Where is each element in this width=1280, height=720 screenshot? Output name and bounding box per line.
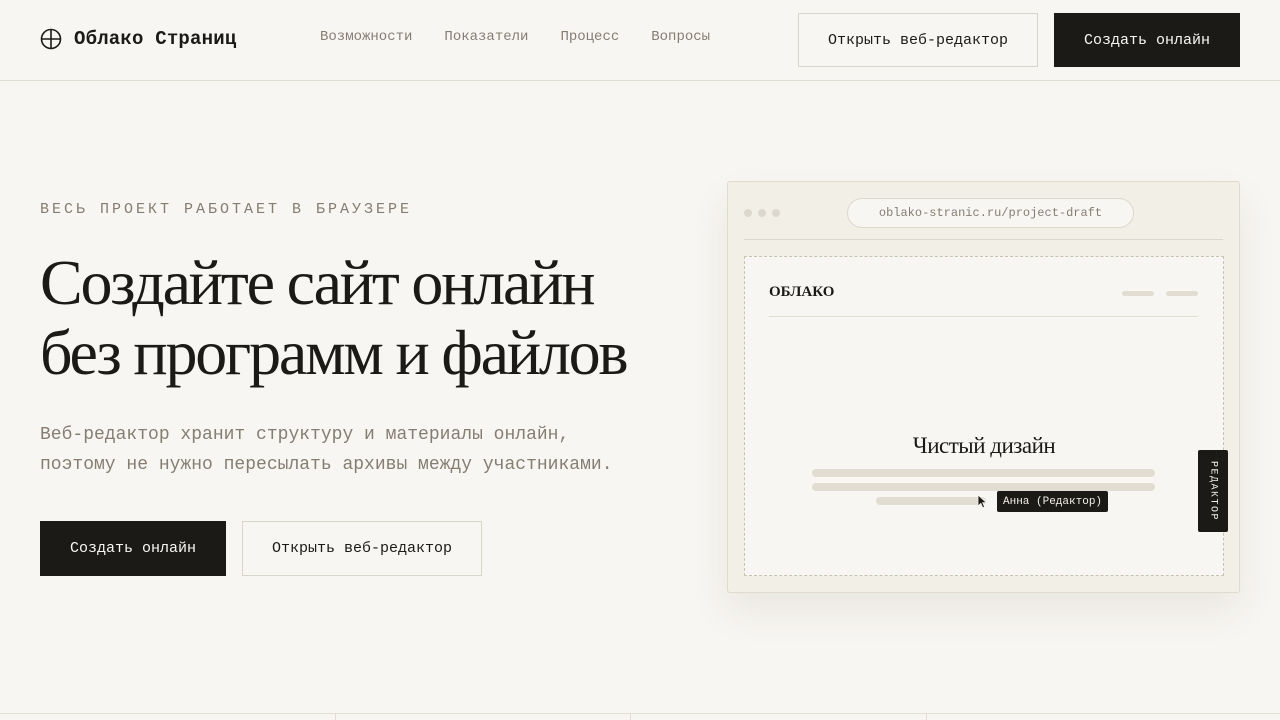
- pointer-cursor-icon: [977, 494, 988, 509]
- column-divider: [926, 713, 927, 720]
- hero-subtext: Веб-редактор хранит структуру и материал…: [40, 420, 680, 480]
- text-placeholder-line: [876, 497, 986, 505]
- hero-headline-line2: без программ и файлов: [40, 317, 629, 388]
- nav-link-metrics[interactable]: Показатели: [444, 29, 528, 45]
- site-header: Облако Страниц Возможности Показатели Пр…: [0, 0, 1280, 81]
- header-open-editor-button[interactable]: Открыть веб-редактор: [798, 13, 1038, 67]
- hero-create-online-button[interactable]: Создать онлайн: [40, 521, 226, 576]
- brand-logo[interactable]: Облако Страниц: [40, 26, 236, 52]
- brand-name: Облако Страниц: [74, 28, 237, 50]
- collaborator-cursor-label: Анна (Редактор): [997, 491, 1109, 512]
- preview-site-logo: ОБЛАКО: [769, 284, 835, 300]
- divider: [744, 239, 1223, 240]
- preview-site-nav: [1122, 291, 1198, 296]
- nav-link-process[interactable]: Процесс: [560, 29, 619, 45]
- section-divider: [0, 713, 1280, 714]
- editor-preview-window: oblako-stranic.ru/project-draft ОБЛАКО Ч…: [727, 181, 1240, 593]
- divider: [769, 316, 1198, 317]
- hero-subtext-line1: Веб-редактор хранит структуру и материал…: [40, 425, 570, 445]
- header-create-online-button[interactable]: Создать онлайн: [1054, 13, 1240, 67]
- window-dot: [744, 209, 752, 217]
- preview-site-title: Чистый дизайн: [912, 433, 1056, 458]
- hero-eyebrow: ВЕСЬ ПРОЕКТ РАБОТАЕТ В БРАУЗЕРЕ: [40, 201, 413, 218]
- globe-icon: [40, 28, 62, 50]
- window-dot: [758, 209, 766, 217]
- hero-headline-line1: Создайте сайт онлайн: [40, 247, 596, 318]
- window-dot: [772, 209, 780, 217]
- nav-link-faq[interactable]: Вопросы: [651, 29, 710, 45]
- hero-subtext-line2: поэтому не нужно пересылать архивы между…: [40, 455, 613, 475]
- nav-link-features[interactable]: Возможности: [320, 29, 412, 45]
- address-bar: oblako-stranic.ru/project-draft: [847, 198, 1134, 228]
- column-divider: [630, 713, 631, 720]
- hero-headline: Создайте сайт онлайн без программ и файл…: [40, 248, 700, 388]
- preview-nav-placeholder: [1122, 291, 1154, 296]
- editor-canvas: ОБЛАКО Чистый дизайн Анна (Редактор) РЕД…: [744, 256, 1228, 576]
- main-nav: Возможности Показатели Процесс Вопросы: [320, 29, 710, 45]
- text-placeholder-line: [812, 469, 1155, 477]
- column-divider: [335, 713, 336, 720]
- editor-side-tab-label: РЕДАКТОР: [1207, 460, 1219, 521]
- hero-open-editor-button[interactable]: Открыть веб-редактор: [242, 521, 482, 576]
- text-placeholder-line: [812, 483, 1155, 491]
- window-controls: [744, 209, 780, 217]
- editor-side-tab[interactable]: РЕДАКТОР: [1198, 450, 1228, 532]
- preview-nav-placeholder: [1166, 291, 1198, 296]
